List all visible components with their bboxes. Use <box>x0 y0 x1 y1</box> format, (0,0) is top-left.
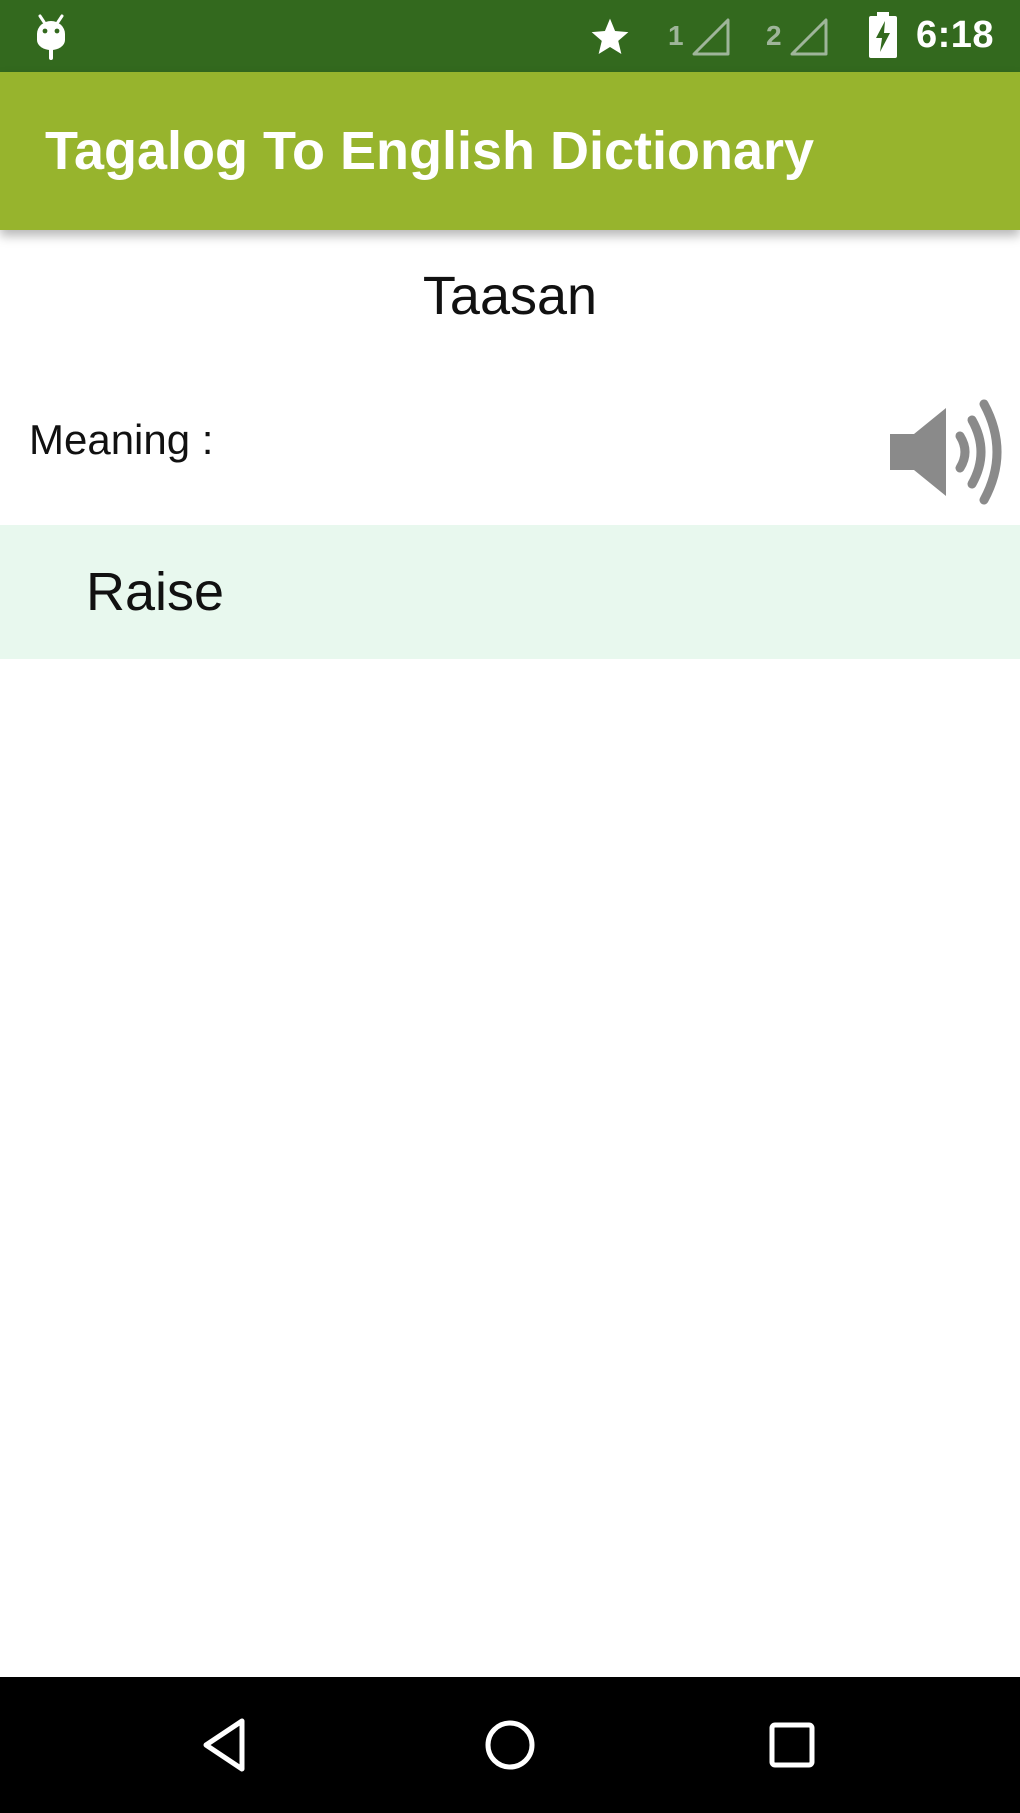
navigation-bar <box>0 1677 1020 1813</box>
sim1-signal: 1 <box>668 18 732 56</box>
sim2-label: 2 <box>766 20 782 51</box>
home-icon <box>485 1720 535 1770</box>
sim2-signal: 2 <box>766 18 830 56</box>
word-title: Taasan <box>422 266 598 326</box>
battery-charging-icon <box>869 12 897 58</box>
recents-icon <box>769 1722 815 1768</box>
home-button[interactable] <box>478 1713 542 1777</box>
app-bar: Tagalog To English Dictionary <box>0 72 1020 230</box>
speaker-icon <box>890 399 1002 505</box>
android-icon <box>37 14 65 60</box>
meaning-box: Raise <box>0 525 1020 659</box>
back-icon <box>203 1718 245 1772</box>
app-title: Tagalog To English Dictionary <box>45 121 815 181</box>
speak-button[interactable] <box>884 396 1002 508</box>
signal-icon <box>692 18 730 56</box>
recents-button[interactable] <box>760 1713 824 1777</box>
star-icon <box>591 18 629 54</box>
signal-icon <box>790 18 828 56</box>
status-time: 6:18 <box>916 14 995 56</box>
screen: 1 2 6:18 Tagalog To English Dictionary T… <box>0 0 1020 1813</box>
status-bar: 1 2 6:18 <box>0 0 1020 72</box>
sim1-label: 1 <box>668 20 684 51</box>
meaning-value: Raise <box>86 562 225 622</box>
back-button[interactable] <box>196 1713 260 1777</box>
meaning-label: Meaning : <box>29 416 214 463</box>
